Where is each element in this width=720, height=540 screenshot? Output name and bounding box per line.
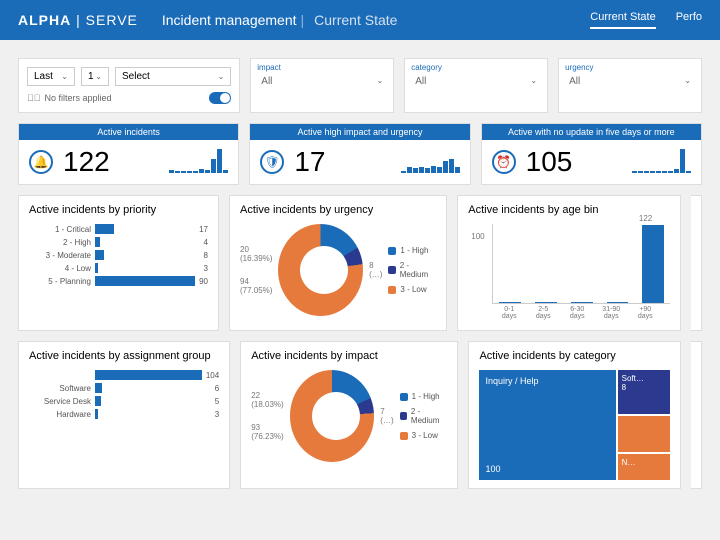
range-unit[interactable]: Select⌄ [115,67,231,86]
kpi-card: Active with no update in five days or mo… [481,123,702,185]
card-group: Active incidents by assignment group 104… [18,341,230,489]
bar-row: Hardware3 [29,409,219,419]
filter-category[interactable]: category All⌄ [404,58,548,113]
filter-toggle[interactable] [209,92,231,104]
kpi-icon: 🛡 [260,150,284,174]
sparkline [169,151,228,173]
kpi-icon: 🔔 [29,150,53,174]
tab-current-state[interactable]: Current State [590,11,655,29]
bar-row: 1 - Critical17 [29,224,208,234]
page-title: Incident management|Current State [162,12,398,28]
bar-row: 5 - Planning90 [29,276,208,286]
card-urgency: Active incidents by urgency 20(16.39%)94… [229,195,447,331]
kpi-card: Active incidents🔔122 [18,123,239,185]
bar-row: 4 - Low3 [29,263,208,273]
donut-urgency [278,224,363,316]
range-count[interactable]: 1⌄ [81,67,109,86]
donut-impact [290,370,375,462]
card-age: Active incidents by age bin 122 100 0-1 … [457,195,681,331]
filter-urgency[interactable]: urgency All⌄ [558,58,702,113]
tab-performance[interactable]: Perfo [676,11,702,29]
header-tabs: Current State Perfo [590,11,702,29]
card-category: Active incidents by category Inquiry / H… [468,341,680,489]
no-filters-label: �⃞ No filters applied [27,92,231,104]
age-column-chart: 100 [492,224,670,304]
card-priority: Active incidents by priority 1 - Critica… [18,195,219,331]
chevron-down-icon: ⌄ [530,76,537,87]
filter-impact[interactable]: impact All⌄ [250,58,394,113]
bar-row: Software6 [29,383,219,393]
chevron-down-icon: ⌄ [684,76,691,87]
sparkline [401,151,460,173]
treemap-category: Inquiry / Help100 Soft…8 N… [479,370,669,480]
bar-row: Service Desk5 [29,396,219,406]
logo: ALPHA | SERVE [18,12,138,28]
chevron-down-icon: ⌄ [376,76,383,87]
kpi-icon: ⏰ [492,150,516,174]
app-header: ALPHA | SERVE Incident management|Curren… [0,0,720,40]
kpi-card: Active high impact and urgency🛡17 [249,123,470,185]
range-select[interactable]: Last⌄ [27,67,75,86]
sparkline [632,151,691,173]
bar-row: 104 [29,370,219,380]
time-filter-box: Last⌄ 1⌄ Select⌄ �⃞ No filters applied [18,58,240,113]
bar-row: 3 - Moderate8 [29,250,208,260]
filter-icon: �⃞ [27,93,41,103]
card-impact: Active incidents by impact 22(18.03%)93(… [240,341,458,489]
bar-row: 2 - High4 [29,237,208,247]
